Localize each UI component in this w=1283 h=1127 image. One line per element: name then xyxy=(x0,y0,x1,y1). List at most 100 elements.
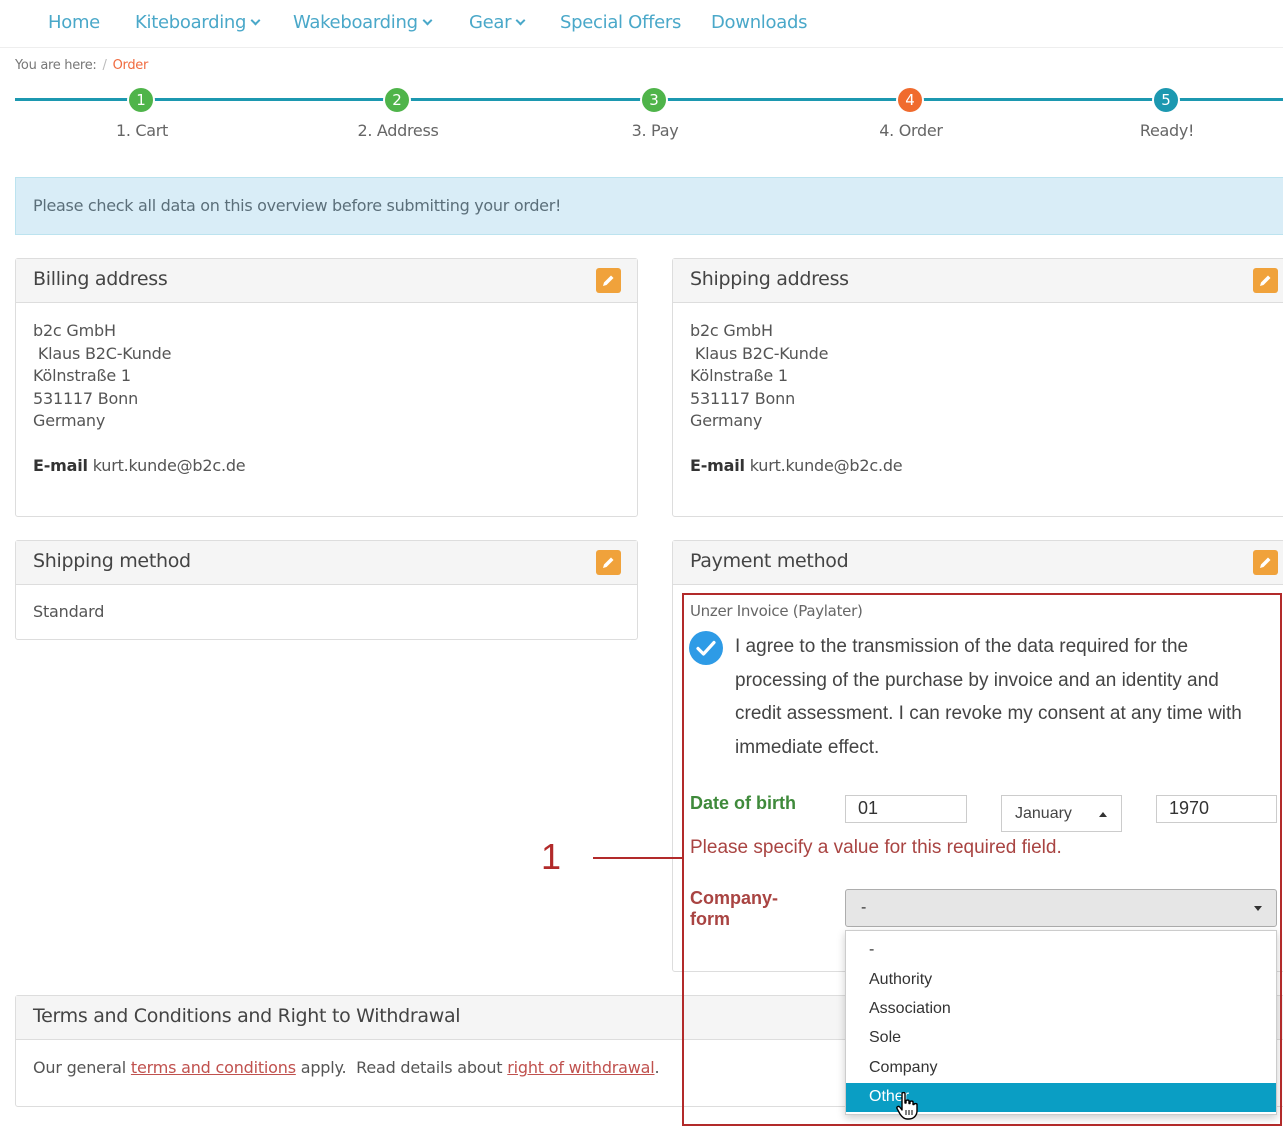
dob-year-input[interactable]: 1970 xyxy=(1156,795,1277,823)
info-alert: Please check all data on this overview b… xyxy=(15,177,1283,235)
company-form-select[interactable]: - xyxy=(845,889,1277,927)
address-line: Germany xyxy=(33,411,106,431)
chevron-down-icon xyxy=(515,15,526,26)
company-form-dropdown: - Authority Association Sole Company Oth… xyxy=(845,930,1277,1115)
option-dash[interactable]: - xyxy=(846,931,1276,966)
address-line: Germany xyxy=(690,411,763,431)
panel-header: Shipping method xyxy=(16,541,637,585)
edit-billing-button[interactable] xyxy=(596,268,621,293)
billing-address-panel: Billing address b2c GmbH Klaus B2C-Kunde… xyxy=(15,258,638,517)
email-value: kurt.kunde@b2c.de xyxy=(92,455,246,475)
panel-title: Terms and Conditions and Right to Withdr… xyxy=(33,1005,461,1027)
nav-kiteboarding[interactable]: Kiteboarding xyxy=(135,12,261,33)
edit-shipping-address-button[interactable] xyxy=(1253,268,1278,293)
dob-day-input[interactable]: 01 xyxy=(845,795,967,823)
breadcrumb-separator: / xyxy=(102,58,107,73)
chevron-down-icon xyxy=(422,15,433,26)
step-5-label: Ready! xyxy=(1139,121,1195,140)
nav-label: Home xyxy=(48,12,100,33)
address-line: 531117 Bonn xyxy=(33,388,139,408)
error-message: Please specify a value for this required… xyxy=(690,837,1062,858)
edit-payment-method-button[interactable] xyxy=(1253,550,1278,575)
annotation-number: 1 xyxy=(541,836,562,877)
top-nav: Home Kiteboarding Wakeboarding Gear Spec… xyxy=(0,0,1283,48)
step-3-dot: 3 xyxy=(640,86,668,114)
step-4-dot: 4 xyxy=(896,86,924,114)
step-2-dot: 2 xyxy=(383,86,411,114)
pencil-icon xyxy=(603,275,614,286)
breadcrumb: You are here: / Order xyxy=(15,58,148,73)
terms-text: Our general xyxy=(33,1058,131,1077)
address-line: b2c GmbH xyxy=(33,321,116,340)
nav-wakeboarding[interactable]: Wakeboarding xyxy=(293,12,433,33)
step-3-label: 3. Pay xyxy=(631,121,679,140)
nav-special-offers[interactable]: Special Offers xyxy=(560,12,681,33)
panel-header: Billing address xyxy=(16,259,637,303)
pencil-icon xyxy=(1260,275,1271,286)
alert-text: Please check all data on this overview b… xyxy=(33,196,562,215)
nav-home[interactable]: Home xyxy=(48,12,100,33)
checkmark-icon xyxy=(696,640,716,656)
dob-month-select[interactable]: January xyxy=(1001,795,1122,832)
option-company[interactable]: Company xyxy=(846,1054,1276,1083)
nav-gear[interactable]: Gear xyxy=(469,12,526,33)
consent-line: immediate effect. xyxy=(735,736,880,758)
step-5-dot: 5 xyxy=(1152,86,1180,114)
address-line: b2c GmbH xyxy=(690,321,773,340)
pencil-icon xyxy=(1260,557,1271,568)
company-label-line: Company- xyxy=(690,888,779,908)
email-label: E-mail xyxy=(690,455,745,475)
terms-link[interactable]: terms and conditions xyxy=(131,1058,296,1077)
nav-label: Wakeboarding xyxy=(293,12,418,33)
terms-text: apply. Read details about xyxy=(295,1058,508,1077)
consent-line: processing of the purchase by invoice an… xyxy=(735,669,1219,691)
address-line: Klaus B2C-Kunde xyxy=(690,343,829,363)
nav-label: Downloads xyxy=(711,12,808,33)
email-label: E-mail xyxy=(33,455,88,475)
consent-line: credit assessment. I can revoke my conse… xyxy=(735,703,1242,725)
panel-header: Shipping address xyxy=(673,259,1283,303)
terms-text: . xyxy=(654,1058,660,1077)
chevron-down-icon xyxy=(250,15,261,26)
shipping-method-panel: Shipping method Standard xyxy=(15,540,638,640)
pencil-icon xyxy=(603,557,614,568)
consent-checkbox[interactable] xyxy=(689,631,723,665)
breadcrumb-prefix: You are here: xyxy=(15,58,97,73)
caret-down-icon xyxy=(1254,906,1262,911)
option-authority[interactable]: Authority xyxy=(846,966,1276,995)
shipping-address-panel: Shipping address b2c GmbH Klaus B2C-Kund… xyxy=(672,258,1283,517)
nav-downloads[interactable]: Downloads xyxy=(711,12,807,33)
step-2-label: 2. Address xyxy=(357,121,439,140)
company-form-value: - xyxy=(861,899,867,916)
email-value: kurt.kunde@b2c.de xyxy=(749,455,903,475)
shipping-method-value: Standard xyxy=(33,602,105,621)
panel-title: Shipping method xyxy=(33,550,191,572)
step-1-label: 1. Cart xyxy=(115,121,169,140)
step-4-label: 4. Order xyxy=(879,121,943,140)
nav-label: Special Offers xyxy=(560,12,682,33)
option-sole[interactable]: Sole xyxy=(846,1024,1276,1053)
address-line: Kölnstraße 1 xyxy=(690,366,788,386)
consent-text: I agree to the transmission of the data … xyxy=(735,630,1265,764)
caret-up-icon xyxy=(1099,812,1107,817)
dob-month-value: January xyxy=(1015,805,1072,822)
company-label-line: form xyxy=(690,909,730,929)
breadcrumb-current: Order xyxy=(112,58,149,73)
payment-method-name: Unzer Invoice (Paylater) xyxy=(690,602,863,620)
annotation-line xyxy=(593,857,683,859)
panel-header: Payment method xyxy=(673,541,1283,585)
dob-label: Date of birth xyxy=(690,793,796,813)
panel-title: Shipping address xyxy=(690,268,849,290)
withdrawal-link[interactable]: right of withdrawal xyxy=(507,1058,654,1077)
option-association[interactable]: Association xyxy=(846,995,1276,1024)
step-1-dot: 1 xyxy=(127,86,155,114)
address-line: Kölnstraße 1 xyxy=(33,366,131,386)
address-line: Klaus B2C-Kunde xyxy=(33,343,172,363)
nav-label: Kiteboarding xyxy=(135,12,247,33)
hand-cursor-icon xyxy=(896,1091,918,1120)
edit-shipping-method-button[interactable] xyxy=(596,550,621,575)
company-form-label: Company- form xyxy=(690,888,810,930)
panel-title: Billing address xyxy=(33,268,168,290)
panel-title: Payment method xyxy=(690,550,849,572)
consent-line: I agree to the transmission of the data … xyxy=(735,636,1189,657)
